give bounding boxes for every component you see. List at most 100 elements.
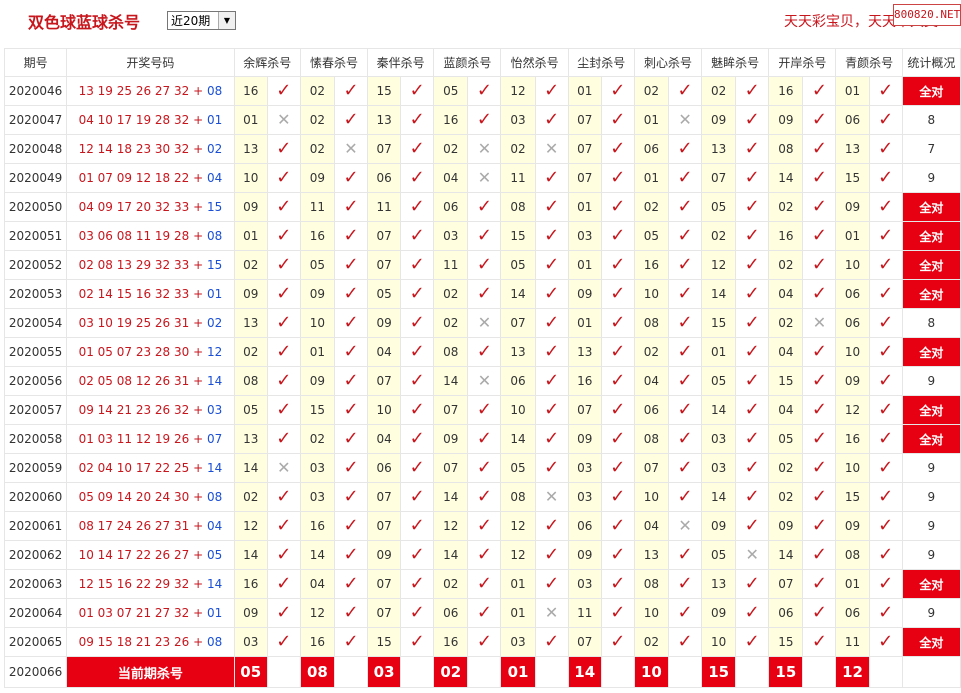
result-mark-cell: ✓ [735, 482, 770, 512]
check-icon: ✓ [811, 573, 827, 594]
result-mark-cell: ✓ [333, 76, 369, 106]
result-mark-cell: ✓ [333, 511, 369, 541]
check-icon: ✓ [476, 341, 492, 362]
kill-number-cell: 03 [299, 453, 335, 483]
period-cell: 2020066 [3, 656, 68, 688]
kill-number-cell: 09 [701, 598, 737, 628]
result-mark-cell: ✓ [600, 366, 635, 396]
result-mark-cell: ✓ [400, 279, 435, 309]
check-icon: ✓ [744, 515, 760, 536]
column-header: 尘封杀号 [567, 48, 635, 77]
result-mark-cell: ✓ [467, 395, 502, 425]
chevron-down-icon[interactable]: ▼ [218, 12, 235, 29]
current-kill-number: 01 [500, 656, 536, 688]
check-icon: ✓ [544, 283, 560, 304]
kill-number-cell: 08 [633, 308, 669, 338]
period-cell: 2020054 [3, 308, 68, 338]
kill-number-cell: 10 [299, 308, 335, 338]
kill-number-cell: 06 [835, 598, 870, 628]
check-icon: ✓ [610, 457, 626, 478]
check-icon: ✓ [276, 602, 292, 623]
result-mark-cell: ✓ [400, 627, 435, 657]
column-header: 秦伴杀号 [367, 48, 435, 77]
result-mark-cell: ✓ [534, 163, 569, 193]
check-icon: ✓ [409, 225, 425, 246]
check-icon: ✓ [476, 486, 492, 507]
check-icon: ✓ [878, 544, 894, 565]
stat-cell: 9 [901, 482, 961, 512]
kill-number-cell: 09 [567, 279, 602, 309]
kill-number-cell: 07 [433, 453, 469, 483]
range-select[interactable]: 近20期 ▼ [167, 11, 236, 30]
kill-number-cell: 15 [835, 163, 870, 193]
result-mark-cell: ✓ [600, 192, 635, 222]
check-icon: ✓ [476, 283, 492, 304]
kill-number-cell: 13 [233, 308, 268, 338]
kill-number-cell: 04 [768, 279, 804, 309]
result-mark-cell: ✓ [266, 424, 301, 454]
kill-number-cell: 09 [299, 279, 335, 309]
kill-number-cell: 04 [633, 366, 669, 396]
kill-number-cell: 14 [768, 163, 804, 193]
kill-number-cell: 08 [633, 424, 669, 454]
check-icon: ✓ [610, 515, 626, 536]
kill-number-cell: 09 [367, 308, 402, 338]
check-icon: ✓ [343, 283, 359, 304]
stat-cell: 9 [901, 163, 961, 193]
kill-number-cell: 08 [433, 337, 469, 367]
empty-cell [400, 656, 435, 688]
result-mark-cell: ✓ [868, 598, 903, 628]
period-cell: 2020059 [3, 453, 68, 483]
result-mark-cell: ✓ [266, 250, 301, 280]
check-icon: ✓ [476, 109, 492, 130]
kill-number-cell: 08 [835, 540, 870, 570]
cross-icon: ✕ [477, 139, 492, 158]
red-balls: 01 05 07 23 28 30 [78, 345, 190, 359]
result-mark-cell: ✕ [266, 105, 301, 135]
result-mark-cell: ✓ [868, 366, 903, 396]
result-mark-cell: ✕ [802, 308, 837, 338]
cross-icon: ✕ [745, 545, 759, 564]
check-icon: ✓ [476, 631, 492, 652]
check-icon: ✓ [343, 370, 359, 391]
check-icon: ✓ [276, 167, 292, 188]
result-mark-cell: ✓ [400, 598, 435, 628]
kill-number-cell: 01 [701, 337, 737, 367]
result-mark-cell: ✓ [467, 221, 502, 251]
kill-number-cell: 03 [299, 482, 335, 512]
cross-icon: ✕ [477, 168, 492, 187]
blue-ball: 03 [206, 403, 223, 417]
check-icon: ✓ [744, 109, 760, 130]
blue-ball: 08 [206, 490, 223, 504]
period-cell: 2020046 [3, 76, 68, 106]
kill-number-cell: 16 [299, 627, 335, 657]
result-mark-cell: ✓ [467, 337, 502, 367]
site-badge: 800820.NET [893, 4, 961, 26]
result-mark-cell: ✓ [534, 540, 569, 570]
check-icon: ✓ [878, 312, 894, 333]
check-icon: ✓ [744, 486, 760, 507]
result-mark-cell: ✓ [868, 482, 903, 512]
draw-numbers-cell: 02 05 08 12 26 31 + 14 [66, 366, 235, 396]
page-title: 双色球蓝球杀号 [28, 13, 141, 32]
kill-number-cell: 14 [701, 279, 737, 309]
kill-number-cell: 09 [233, 279, 268, 309]
check-icon: ✓ [476, 399, 492, 420]
kill-number-cell: 11 [500, 163, 536, 193]
check-icon: ✓ [610, 428, 626, 449]
result-mark-cell: ✓ [467, 627, 502, 657]
check-icon: ✓ [811, 138, 827, 159]
kill-number-cell: 14 [500, 279, 536, 309]
result-mark-cell: ✕ [534, 598, 569, 628]
kill-number-cell: 14 [433, 540, 469, 570]
check-icon: ✓ [878, 283, 894, 304]
kill-number-cell: 05 [233, 395, 268, 425]
result-mark-cell: ✓ [266, 569, 301, 599]
table-row: 2020056 02 05 08 12 26 31 + 14 08 ✓ 09 ✓ 07 ✓ 14… [3, 366, 961, 396]
kill-number-cell: 10 [633, 482, 669, 512]
result-mark-cell: ✓ [400, 482, 435, 512]
result-mark-cell: ✓ [600, 76, 635, 106]
kill-number-cell: 09 [567, 540, 602, 570]
kill-number-cell: 02 [433, 134, 469, 164]
period-cell: 2020055 [3, 337, 68, 367]
